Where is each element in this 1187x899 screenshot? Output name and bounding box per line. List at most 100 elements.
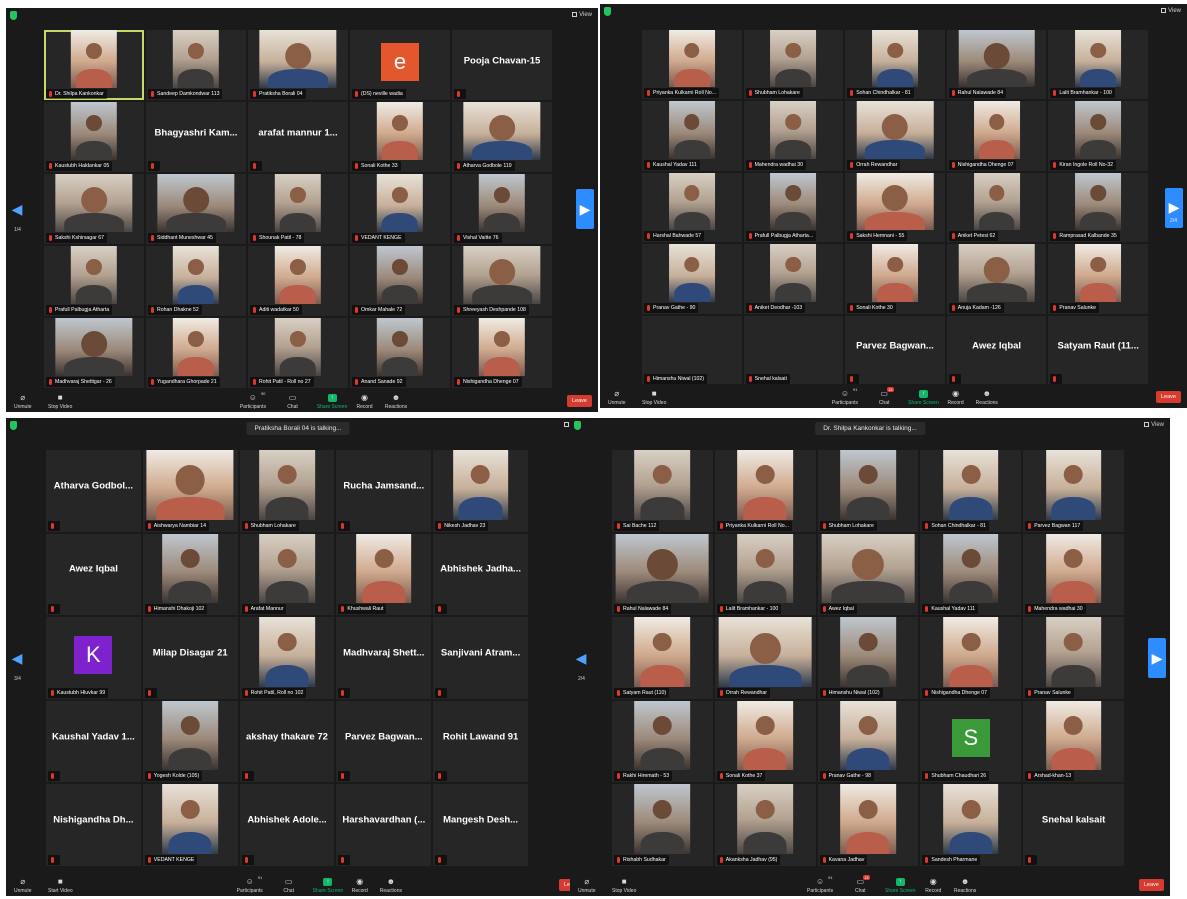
participant-tile[interactable]: Satyam Raut (11... bbox=[1048, 315, 1148, 385]
participant-tile[interactable]: Nishigandha Dhenge 07 bbox=[452, 318, 552, 388]
participant-tile[interactable]: Pranav Gathe - 90 bbox=[642, 244, 742, 314]
participant-tile[interactable]: Anand Sanade 92 bbox=[350, 318, 450, 388]
participant-tile[interactable]: Arafat Mannur bbox=[239, 533, 335, 616]
participant-tile[interactable]: Sakshi Kshirsagar 67 bbox=[44, 174, 144, 244]
participant-tile[interactable]: Akanksha Jadhav (95) bbox=[714, 784, 816, 866]
participant-tile[interactable]: Arshad-khan-13 bbox=[1023, 700, 1124, 783]
leave-button[interactable]: Leave bbox=[1139, 879, 1164, 891]
participant-tile[interactable]: Sanjivani Atram... bbox=[433, 617, 528, 699]
leave-button[interactable]: Leave bbox=[1156, 391, 1181, 403]
view-button[interactable]: View bbox=[1161, 8, 1181, 14]
participant-tile[interactable]: Atharva Godbol... bbox=[46, 450, 141, 532]
participant-tile[interactable]: Sandeep Damkondwar 113 bbox=[146, 30, 246, 100]
participant-tile[interactable]: Parvez Bagwan... bbox=[845, 315, 945, 385]
chat-button[interactable]: ▭ 15 Chat bbox=[855, 875, 870, 894]
participant-tile[interactable]: Sohan Chindhalkar - 81 bbox=[920, 450, 1022, 532]
participant-tile[interactable]: Prafull Palbugja Atharta bbox=[44, 246, 144, 316]
reactions-button[interactable]: ☻ Reactions bbox=[380, 878, 402, 895]
participant-tile[interactable]: Shubham Lohakare bbox=[239, 450, 335, 532]
participant-tile[interactable]: Shubham Lohakare bbox=[743, 30, 844, 100]
participant-tile[interactable]: K Kaustubh Hluvkar 99 bbox=[46, 617, 141, 699]
participant-tile[interactable]: Orrah Rewandhar bbox=[714, 617, 816, 699]
participant-tile[interactable]: Kaushal Yadav 111 bbox=[920, 533, 1022, 616]
participant-tile[interactable]: Priyanka Kulkarni Roll No... bbox=[642, 30, 742, 100]
participant-tile[interactable]: Madhvaraj Shett... bbox=[336, 617, 432, 699]
previous-page-arrow[interactable]: ◀ bbox=[8, 189, 26, 229]
participant-tile[interactable]: akshay thakare 72 bbox=[239, 700, 335, 783]
participant-tile[interactable]: Sonali Kothe 30 bbox=[845, 244, 945, 314]
record-button[interactable]: ◉ Record bbox=[948, 390, 964, 407]
record-button[interactable]: ◉ Record bbox=[356, 394, 372, 411]
participant-tile[interactable]: Ramprasad Kalbande 35 bbox=[1048, 172, 1148, 243]
participant-tile[interactable]: Harshavardhan (... bbox=[336, 784, 432, 866]
unmute-button[interactable]: ⌀ Unmute bbox=[14, 878, 32, 895]
participant-tile[interactable]: Aniket Deodhar -103 bbox=[743, 244, 844, 314]
participant-tile[interactable]: Rohit Patil - Roll no 27 bbox=[248, 318, 348, 388]
participant-tile[interactable]: Rahul Nalawade 84 bbox=[612, 533, 713, 616]
participant-tile[interactable]: Nishigandha Dhenge 07 bbox=[920, 617, 1022, 699]
participant-tile[interactable]: Madhvaraj Shettigar - 26 bbox=[44, 318, 144, 388]
reactions-button[interactable]: ☻ Reactions bbox=[976, 390, 998, 407]
share-screen-button[interactable]: ↑ Share Screen bbox=[317, 394, 347, 410]
participant-tile[interactable]: Satyam Raut (110) bbox=[612, 617, 713, 699]
participant-tile[interactable]: Kaushal Yadav 111 bbox=[642, 101, 742, 171]
participant-tile[interactable]: Dr. Shilpa Kankonkar bbox=[44, 30, 144, 100]
participant-tile[interactable]: Pratiksha Borali 04 bbox=[248, 30, 348, 100]
record-button[interactable]: ◉ Record bbox=[352, 878, 368, 895]
participant-tile[interactable]: Rucha Jamsand... bbox=[336, 450, 432, 532]
participant-tile[interactable]: Orrah Rewandhar bbox=[845, 101, 945, 171]
participant-tile[interactable]: Pranav Salunke bbox=[1048, 244, 1148, 314]
participant-tile[interactable]: Sonali Kothe 37 bbox=[714, 700, 816, 783]
reactions-button[interactable]: ☻ Reactions bbox=[385, 394, 407, 411]
participant-tile[interactable]: Mahendra wadhai 30 bbox=[743, 101, 844, 171]
participant-tile[interactable]: Parvez Bagwan 117 bbox=[1023, 450, 1124, 532]
participant-tile[interactable]: Awez Iqbal bbox=[946, 315, 1047, 385]
participant-tile[interactable]: Rohan Dhakne 52 bbox=[146, 246, 246, 316]
participant-tile[interactable]: Aditi wadatkar 50 bbox=[248, 246, 348, 316]
record-button[interactable]: ◉ Record bbox=[925, 878, 941, 895]
participant-tile[interactable]: Abhishek Adole... bbox=[239, 784, 335, 866]
participant-tile[interactable]: Kaushal Yadav 1... bbox=[46, 700, 141, 783]
participant-tile[interactable]: Awez Iqbal bbox=[46, 533, 141, 616]
participant-tile[interactable]: Atharva Godbole 119 bbox=[452, 102, 552, 172]
participant-tile[interactable]: Shreeyash Deshpande 108 bbox=[452, 246, 552, 316]
participant-tile[interactable]: Priyanka Kulkarni Roll No... bbox=[714, 450, 816, 532]
unmute-button[interactable]: ⌀ Unmute bbox=[578, 878, 596, 895]
participant-tile[interactable]: S Shubham Chaudhari 26 bbox=[920, 700, 1022, 783]
participant-tile[interactable]: Pooja Chavan-15 bbox=[452, 30, 552, 100]
video-button[interactable]: ■ Stop Video bbox=[642, 390, 666, 407]
share-screen-button[interactable]: ↑ Share Screen bbox=[885, 878, 916, 894]
participant-tile[interactable]: Himanshu Niwal (102) bbox=[642, 315, 742, 385]
participant-tile[interactable]: Yogesh Kolde (105) bbox=[142, 700, 238, 783]
leave-button[interactable]: Leave bbox=[567, 395, 592, 407]
video-button[interactable]: ■ Start Video bbox=[48, 878, 73, 895]
participant-tile[interactable]: Snehal kalsait bbox=[743, 315, 844, 385]
participant-tile[interactable]: Parvez Bagwan... bbox=[336, 700, 432, 783]
participant-tile[interactable]: Pranav Salunke bbox=[1023, 617, 1124, 699]
next-page-arrow[interactable]: ▶ bbox=[576, 189, 594, 229]
participant-tile[interactable]: Sakshi Hemnani - 55 bbox=[845, 172, 945, 243]
participant-tile[interactable]: Aniket Petesi 62 bbox=[946, 172, 1047, 243]
share-screen-button[interactable]: ↑ Share Screen bbox=[313, 878, 343, 894]
participant-tile[interactable]: Vishal Vaitte 76 bbox=[452, 174, 552, 244]
video-button[interactable]: ■ Stop Video bbox=[48, 394, 72, 411]
unmute-button[interactable]: ⌀ Unmute bbox=[608, 390, 626, 407]
participant-tile[interactable]: Snehal kalsait bbox=[1023, 784, 1124, 866]
participant-tile[interactable]: e (DS) neville wadia bbox=[350, 30, 450, 100]
view-button[interactable]: View bbox=[1144, 422, 1164, 428]
participants-button[interactable]: ☺ 91 Participants bbox=[237, 875, 263, 894]
reactions-button[interactable]: ☻ Reactions bbox=[954, 878, 976, 895]
participant-tile[interactable]: Nishigandha Dh... bbox=[46, 784, 141, 866]
previous-page-arrow[interactable]: ◀ bbox=[8, 638, 26, 678]
participant-tile[interactable]: Kiran Ingole Roll No-32 bbox=[1048, 101, 1148, 171]
participant-tile[interactable]: Lalit Bramhankar - 100 bbox=[1048, 30, 1148, 100]
view-button[interactable]: View bbox=[572, 12, 592, 18]
participant-tile[interactable]: Sai Bache 112 bbox=[612, 450, 713, 532]
participant-tile[interactable]: Rishabh Sudhakar bbox=[612, 784, 713, 866]
participant-tile[interactable]: Khushwali Raut bbox=[336, 533, 432, 616]
participant-tile[interactable]: Aishwarya Nambiar 14 bbox=[142, 450, 238, 532]
participant-tile[interactable]: Rakhi Hiremath - 53 bbox=[612, 700, 713, 783]
participant-tile[interactable]: Prafull Palbugja Atharta... bbox=[743, 172, 844, 243]
participant-tile[interactable]: Lalit Bramhankar - 100 bbox=[714, 533, 816, 616]
chat-button[interactable]: ▭ Chat bbox=[283, 878, 294, 895]
